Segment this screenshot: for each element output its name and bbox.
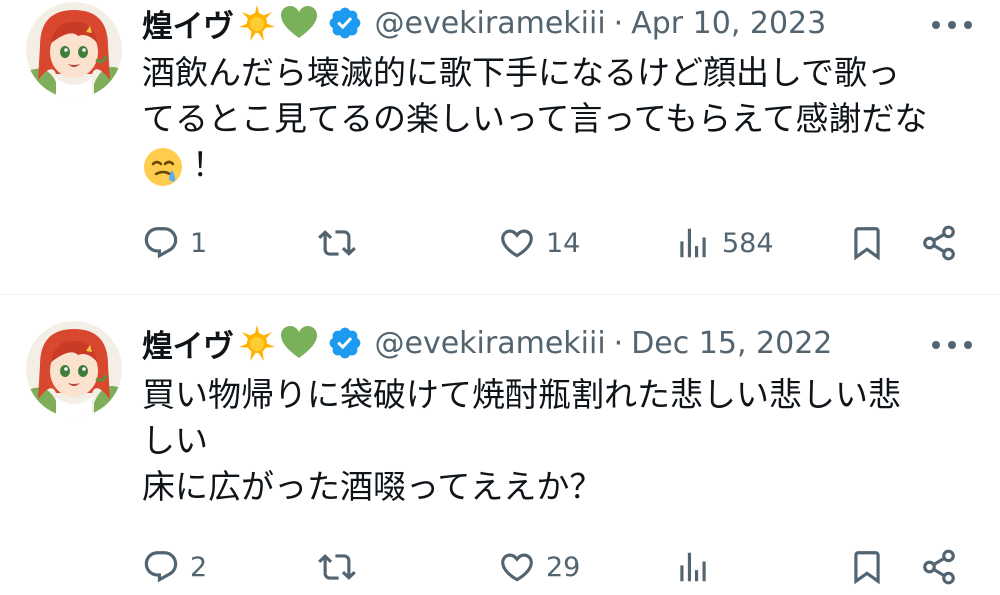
more-options-icon[interactable] xyxy=(932,338,972,352)
avatar-image xyxy=(26,2,122,98)
glowing-star-emoji-icon xyxy=(237,3,277,43)
views-button[interactable] xyxy=(674,542,722,592)
tweet-text-line: 買い物帰りに袋破けて焼酎瓶割れた悲しい悲しい悲 xyxy=(142,375,901,414)
retweet-button[interactable] xyxy=(318,542,366,592)
retweet-button[interactable] xyxy=(318,218,366,268)
views-button[interactable]: 584 xyxy=(674,218,774,268)
like-count: 14 xyxy=(546,227,581,259)
green-heart-emoji-icon xyxy=(279,3,319,43)
tweet-text-line: しい xyxy=(142,421,208,460)
user-handle[interactable]: @evekiramekiii xyxy=(375,6,606,41)
like-count: 29 xyxy=(546,551,581,583)
tweet-date[interactable]: Apr 10, 2023 xyxy=(631,6,826,41)
tweet-header: 煌イヴ @evekiramekiii · Dec 15, 2022 xyxy=(142,320,832,366)
more-options-icon[interactable] xyxy=(932,18,972,32)
like-icon xyxy=(501,553,533,582)
reply-count: 2 xyxy=(190,551,208,583)
display-name[interactable]: 煌イヴ xyxy=(142,1,234,46)
views-icon xyxy=(680,552,706,582)
bookmark-button[interactable] xyxy=(848,542,886,592)
like-icon xyxy=(501,229,533,258)
header-separator: · xyxy=(613,5,624,41)
reply-icon xyxy=(144,227,178,259)
reply-count: 1 xyxy=(190,227,208,259)
verified-badge-icon[interactable] xyxy=(327,325,363,361)
tweet-text-fragment: ！ xyxy=(192,145,225,184)
share-icon xyxy=(923,549,955,585)
header-separator: · xyxy=(613,325,624,361)
bookmark-icon xyxy=(854,227,880,261)
like-button[interactable]: 14 xyxy=(498,218,580,268)
tweet-text-line: 床に広がった酒啜ってええか？ xyxy=(142,467,603,506)
face-holding-back-tears-emoji-icon xyxy=(142,146,184,188)
retweet-icon xyxy=(318,230,356,256)
verified-badge-icon[interactable] xyxy=(327,5,363,41)
tweet-header: 煌イヴ @evekiramekiii · Apr 10, 2023 xyxy=(142,0,826,46)
avatar-image xyxy=(26,321,122,417)
reply-button[interactable]: 1 xyxy=(142,218,207,268)
tweet-text-line: 酒飲んだら壊滅的に歌下手になるけど顔出しで歌っ xyxy=(142,53,901,92)
views-icon xyxy=(680,228,706,258)
tweet[interactable]: 煌イヴ @evekiramekiii · Apr 10, 2023 酒飲んだら壊… xyxy=(0,0,1000,295)
user-handle[interactable]: @evekiramekiii xyxy=(375,326,606,361)
green-heart-emoji-icon xyxy=(279,323,319,363)
tweet-actions: 1 14 584 xyxy=(142,218,972,268)
tweet-text: 買い物帰りに袋破けて焼酎瓶割れた悲しい悲しい悲 しい 床に広がった酒啜ってええか… xyxy=(142,372,972,510)
reply-icon xyxy=(144,551,178,583)
like-button[interactable]: 29 xyxy=(498,542,580,592)
tweet-text: 酒飲んだら壊滅的に歌下手になるけど顔出しで歌っ てるとこ見てるの楽しいって言って… xyxy=(142,50,972,188)
share-icon xyxy=(923,225,955,261)
bookmark-button[interactable] xyxy=(848,218,886,268)
share-button[interactable] xyxy=(920,542,958,592)
glowing-star-emoji-icon xyxy=(237,323,277,363)
avatar[interactable] xyxy=(26,321,122,417)
tweet-divider xyxy=(0,294,1000,295)
share-button[interactable] xyxy=(920,218,958,268)
retweet-icon xyxy=(318,554,356,580)
bookmark-icon xyxy=(854,551,880,585)
tweet[interactable]: 煌イヴ @evekiramekiii · Dec 15, 2022 買い物帰りに… xyxy=(0,296,1000,595)
avatar[interactable] xyxy=(26,2,122,98)
tweet-date[interactable]: Dec 15, 2022 xyxy=(631,326,832,361)
reply-button[interactable]: 2 xyxy=(142,542,207,592)
tweet-actions: 2 29 xyxy=(142,542,972,592)
display-name[interactable]: 煌イヴ xyxy=(142,321,234,366)
tweet-text-line: ！ xyxy=(142,142,972,188)
tweet-text-line: てるとこ見てるの楽しいって言ってもらえて感謝だな xyxy=(142,99,928,138)
views-count: 584 xyxy=(722,227,774,259)
